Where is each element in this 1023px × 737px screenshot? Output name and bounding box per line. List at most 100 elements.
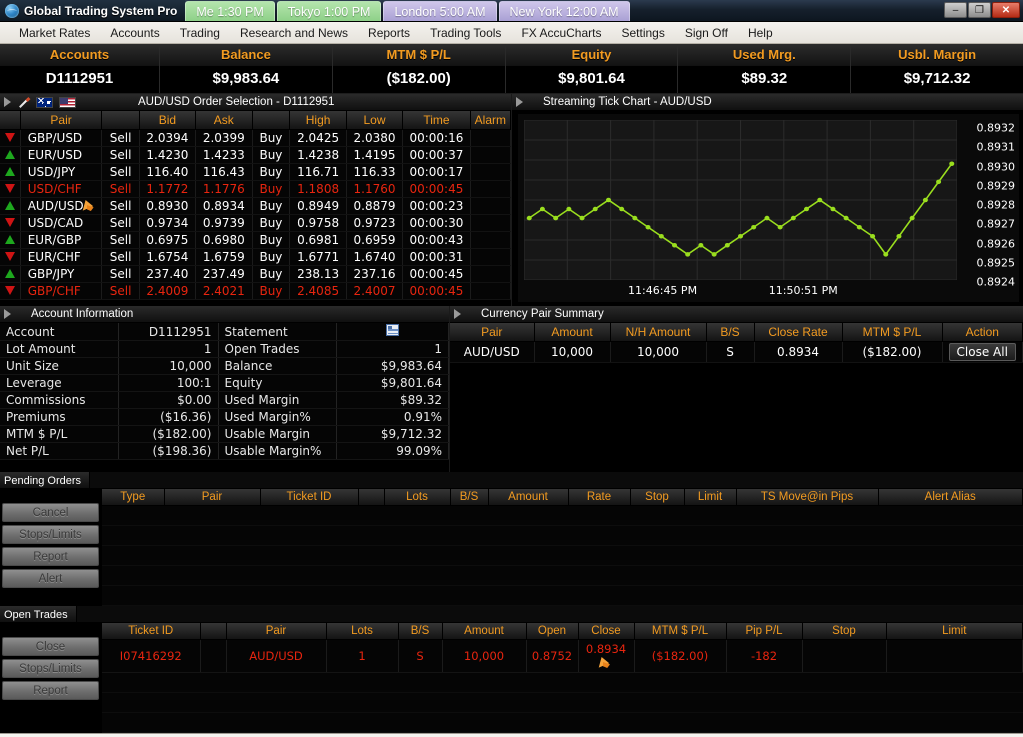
open-trades-col-limit[interactable]: Limit (886, 623, 1023, 640)
pending-orders-col-type[interactable]: Type (102, 489, 165, 506)
pending-orders-col-rate[interactable]: Rate (568, 489, 631, 506)
rates-cell-buy-button[interactable]: Buy (252, 231, 291, 249)
rates-col-blank-0[interactable] (0, 111, 21, 130)
minimize-button[interactable]: – (944, 2, 967, 18)
cps-row[interactable]: AUD/USD 10,000 10,000 S 0.8934 ($182.00) Close… (450, 341, 1023, 363)
open-trades-col-close[interactable]: Close (578, 623, 635, 640)
cps-col-n-h-amount[interactable]: N/H Amount (610, 323, 707, 342)
open-trades-col-stop[interactable]: Stop (802, 623, 887, 640)
chart-expand-triangle-icon[interactable] (516, 97, 523, 107)
open-trades-col-lots[interactable]: Lots (326, 623, 399, 640)
rates-col-time[interactable]: Time (402, 111, 471, 130)
pending-orders-alert-button[interactable]: Alert (2, 569, 99, 588)
pending-orders-col-stop[interactable]: Stop (630, 489, 685, 506)
rates-cell-sell-button[interactable]: Sell (101, 197, 140, 215)
pending-orders-col-blank-3[interactable] (358, 489, 385, 506)
pending-orders-col-pair[interactable]: Pair (164, 489, 261, 506)
pending-orders-col-limit[interactable]: Limit (684, 489, 737, 506)
open-trades-stops-limits-button[interactable]: Stops/Limits (2, 659, 99, 678)
rates-cell-buy-button[interactable]: Buy (252, 146, 291, 164)
rates-row-eur-gbp[interactable]: EUR/GBP Sell 0.6975 0.6980 Buy 0.6981 0.6959 00… (0, 231, 512, 249)
tick-chart-plot[interactable] (524, 120, 957, 280)
pending-orders-col-amount[interactable]: Amount (488, 489, 569, 506)
menu-item-reports[interactable]: Reports (359, 24, 419, 42)
rates-cell-sell-button[interactable]: Sell (101, 248, 140, 266)
document-icon[interactable] (385, 324, 399, 336)
rates-col-blank-2[interactable] (101, 111, 140, 130)
open-trades-close-button[interactable]: Close (2, 637, 99, 656)
rates-cell-sell-button[interactable]: Sell (101, 282, 140, 300)
menu-item-help[interactable]: Help (739, 24, 782, 42)
rates-row-usd-chf[interactable]: USD/CHF Sell 1.1772 1.1776 Buy 1.1808 1.1760 00… (0, 180, 512, 198)
rates-row-gbp-jpy[interactable]: GBP/JPY Sell 237.40 237.49 Buy 238.13 237.16 00… (0, 265, 512, 283)
rates-cell-buy-button[interactable]: Buy (252, 129, 291, 147)
rates-row-gbp-usd[interactable]: GBP/USD Sell 2.0394 2.0399 Buy 2.0425 2.0380 00… (0, 129, 512, 147)
pending-orders-tab[interactable]: Pending Orders (0, 472, 91, 489)
maximize-button[interactable]: ❐ (968, 2, 991, 18)
statement-document-icon[interactable] (336, 323, 449, 341)
cps-col-amount[interactable]: Amount (534, 323, 611, 342)
rates-cell-buy-button[interactable]: Buy (252, 248, 291, 266)
open-trades-col-blank-1[interactable] (200, 623, 227, 640)
close-all-button[interactable]: Close All (948, 343, 1016, 361)
rates-row-eur-chf[interactable]: EUR/CHF Sell 1.6754 1.6759 Buy 1.6771 1.6740 00… (0, 248, 512, 266)
rates-cell-buy-button[interactable]: Buy (252, 163, 291, 181)
pending-orders-stops-limits-button[interactable]: Stops/Limits (2, 525, 99, 544)
rates-row-usd-cad[interactable]: USD/CAD Sell 0.9734 0.9739 Buy 0.9758 0.9723 00… (0, 214, 512, 232)
rates-row-usd-jpy[interactable]: USD/JPY Sell 116.40 116.43 Buy 116.71 116.33 00… (0, 163, 512, 181)
rates-cell-sell-button[interactable]: Sell (101, 231, 140, 249)
open-trades-row[interactable]: I07416292 AUD/USD 1 S 10,000 0.8752 0.8934 ($18… (102, 639, 1023, 673)
clock-tab-tokyo[interactable]: Tokyo 1:00 PM (276, 1, 382, 21)
menu-item-research-and-news[interactable]: Research and News (231, 24, 357, 42)
pending-orders-col-lots[interactable]: Lots (384, 489, 451, 506)
rates-cell-sell-button[interactable]: Sell (101, 214, 140, 232)
rates-col-pair[interactable]: Pair (20, 111, 103, 130)
pending-orders-col-ts-move-in-pips[interactable]: TS Move@in Pips (736, 489, 879, 506)
rates-cell-sell-button[interactable]: Sell (101, 146, 140, 164)
open-trades-col-pair[interactable]: Pair (226, 623, 327, 640)
menu-item-trading-tools[interactable]: Trading Tools (421, 24, 510, 42)
rates-cell-sell-button[interactable]: Sell (101, 265, 140, 283)
clock-tab-me[interactable]: Me 1:30 PM (185, 1, 275, 21)
rates-col-high[interactable]: High (289, 111, 347, 130)
open-trades-col-pip-p-l[interactable]: Pip P/L (726, 623, 803, 640)
pending-orders-cancel-button[interactable]: Cancel (2, 503, 99, 522)
cps-col-mtm-p-l[interactable]: MTM $ P/L (842, 323, 943, 342)
rates-cell-buy-button[interactable]: Buy (252, 214, 291, 232)
open-trades-tab[interactable]: Open Trades (0, 606, 77, 623)
cps-col-pair[interactable]: Pair (450, 323, 535, 342)
rates-cell-buy-button[interactable]: Buy (252, 180, 291, 198)
rates-col-alarm[interactable]: Alarm (470, 111, 512, 130)
close-button[interactable]: ✕ (992, 2, 1020, 18)
pending-orders-col-b-s[interactable]: B/S (450, 489, 489, 506)
open-trades-col-b-s[interactable]: B/S (398, 623, 443, 640)
rates-col-low[interactable]: Low (346, 111, 404, 130)
rates-col-blank-5[interactable] (252, 111, 291, 130)
rates-row-gbp-chf[interactable]: GBP/CHF Sell 2.4009 2.4021 Buy 2.4085 2.4007 00… (0, 282, 512, 300)
rates-col-ask[interactable]: Ask (195, 111, 253, 130)
menu-item-accounts[interactable]: Accounts (101, 24, 168, 42)
cps-col-action[interactable]: Action (942, 323, 1023, 342)
open-trades-col-amount[interactable]: Amount (442, 623, 527, 640)
rates-cell-sell-button[interactable]: Sell (101, 129, 140, 147)
open-trades-col-ticket-id[interactable]: Ticket ID (102, 623, 201, 640)
expand-triangle-icon[interactable] (4, 97, 11, 107)
clock-tab-london[interactable]: London 5:00 AM (383, 1, 497, 21)
rates-col-bid[interactable]: Bid (139, 111, 197, 130)
rates-row-eur-usd[interactable]: EUR/USD Sell 1.4230 1.4233 Buy 1.4238 1.4195 00… (0, 146, 512, 164)
clock-tab-new-york[interactable]: New York 12:00 AM (498, 1, 630, 21)
menu-item-fx-accucharts[interactable]: FX AccuCharts (512, 24, 610, 42)
rates-cell-sell-button[interactable]: Sell (101, 163, 140, 181)
menu-item-trading[interactable]: Trading (171, 24, 229, 42)
rates-cell-sell-button[interactable]: Sell (101, 180, 140, 198)
pending-orders-col-alert-alias[interactable]: Alert Alias (878, 489, 1023, 506)
cps-col-close-rate[interactable]: Close Rate (754, 323, 843, 342)
pending-orders-report-button[interactable]: Report (2, 547, 99, 566)
menu-item-sign-off[interactable]: Sign Off (676, 24, 737, 42)
pencil-icon[interactable] (17, 96, 30, 109)
open-trades-col-mtm-p-l[interactable]: MTM $ P/L (634, 623, 727, 640)
cps-cell-action[interactable]: Close All (942, 341, 1023, 363)
menu-item-market-rates[interactable]: Market Rates (10, 24, 99, 42)
cps-col-b-s[interactable]: B/S (706, 323, 755, 342)
rates-row-aud-usd[interactable]: AUD/USD Sell 0.8930 0.8934 Buy 0.8949 0.8879 00… (0, 197, 512, 215)
